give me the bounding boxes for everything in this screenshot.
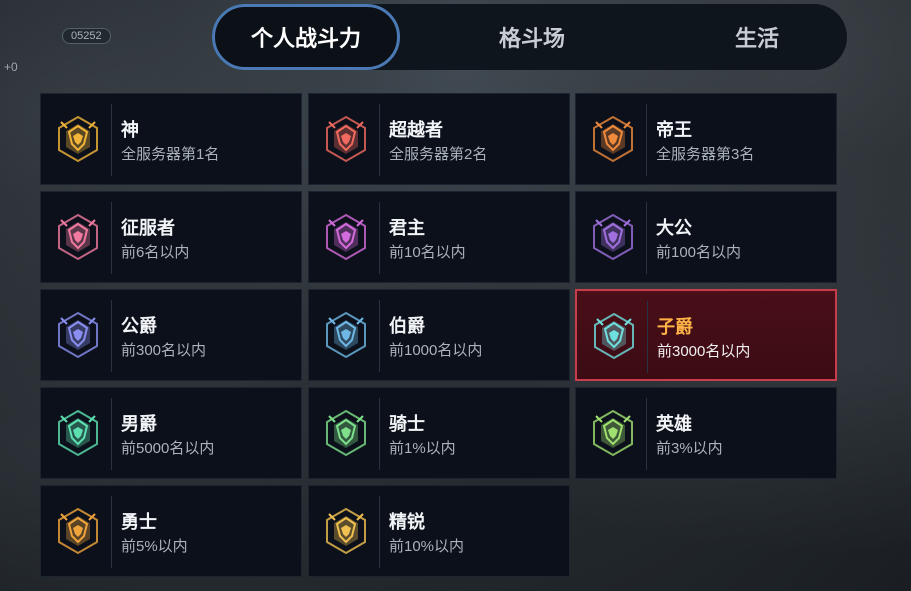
- rank-card[interactable]: 英雄前3%以内: [575, 387, 837, 479]
- rank-title: 大公: [656, 218, 692, 238]
- rank-title: 君主: [389, 218, 425, 238]
- rank-requirement: 前300名以内: [121, 342, 207, 359]
- elite-icon: [321, 506, 371, 556]
- rank-requirement: 前3%以内: [656, 440, 723, 457]
- rank-requirement: 前10名以内: [389, 244, 466, 261]
- duke-icon: [53, 310, 103, 360]
- card-divider: [646, 398, 647, 470]
- card-divider: [647, 301, 648, 373]
- rank-title: 公爵: [121, 316, 157, 336]
- rank-card[interactable]: 征服者前6名以内: [40, 191, 302, 283]
- tab-life[interactable]: 生活: [672, 4, 842, 70]
- rank-requirement: 前1000名以内: [389, 342, 483, 359]
- monarch-icon: [321, 212, 371, 262]
- emperor-icon: [588, 114, 638, 164]
- rank-card[interactable]: 男爵前5000名以内: [40, 387, 302, 479]
- rank-title: 超越者: [389, 120, 443, 140]
- baron-icon: [53, 408, 103, 458]
- tab-bar: 个人战斗力 格斗场 生活: [212, 4, 847, 70]
- rank-title: 男爵: [121, 414, 157, 434]
- rank-card[interactable]: 神全服务器第1名: [40, 93, 302, 185]
- archduke-icon: [588, 212, 638, 262]
- rank-title: 精锐: [389, 512, 425, 532]
- rank-title: 子爵: [657, 317, 693, 337]
- rank-card[interactable]: 骑士前1%以内: [308, 387, 570, 479]
- card-divider: [379, 496, 380, 568]
- rank-title: 征服者: [121, 218, 175, 238]
- card-divider: [111, 496, 112, 568]
- rank-requirement: 全服务器第1名: [121, 146, 220, 163]
- hud-plus: +0: [4, 60, 18, 74]
- rank-card[interactable]: 勇士前5%以内: [40, 485, 302, 577]
- rank-card[interactable]: 公爵前300名以内: [40, 289, 302, 381]
- rank-requirement: 前1%以内: [389, 440, 456, 457]
- hero-icon: [588, 408, 638, 458]
- card-divider: [111, 300, 112, 372]
- rank-card[interactable]: 精锐前10%以内: [308, 485, 570, 577]
- rank-card[interactable]: 大公前100名以内: [575, 191, 837, 283]
- transcendent-icon: [321, 114, 371, 164]
- viscount-icon: [589, 311, 639, 361]
- rank-title: 英雄: [656, 414, 692, 434]
- rank-card[interactable]: 子爵前3000名以内: [575, 289, 837, 381]
- rank-title: 帝王: [656, 120, 692, 140]
- card-divider: [646, 104, 647, 176]
- hud-overlay: 05252 +0: [4, 28, 111, 74]
- rank-title: 勇士: [121, 512, 157, 532]
- conqueror-icon: [53, 212, 103, 262]
- rank-title: 伯爵: [389, 316, 425, 336]
- rank-requirement: 全服务器第3名: [656, 146, 755, 163]
- hud-badge: 05252: [62, 28, 111, 44]
- rank-requirement: 全服务器第2名: [389, 146, 488, 163]
- rank-requirement: 前6名以内: [121, 244, 190, 261]
- rank-card[interactable]: 伯爵前1000名以内: [308, 289, 570, 381]
- rank-card[interactable]: 超越者全服务器第2名: [308, 93, 570, 185]
- card-divider: [111, 104, 112, 176]
- card-divider: [379, 202, 380, 274]
- rank-requirement: 前5%以内: [121, 538, 188, 555]
- rank-title: 神: [121, 120, 139, 140]
- crown-god-icon: [53, 114, 103, 164]
- card-divider: [379, 300, 380, 372]
- rank-card[interactable]: 帝王全服务器第3名: [575, 93, 837, 185]
- rank-requirement: 前100名以内: [656, 244, 742, 261]
- rank-requirement: 前10%以内: [389, 538, 465, 555]
- warrior-icon: [53, 506, 103, 556]
- count-icon: [321, 310, 371, 360]
- card-divider: [646, 202, 647, 274]
- rank-requirement: 前3000名以内: [657, 343, 751, 360]
- rank-requirement: 前5000名以内: [121, 440, 215, 457]
- card-divider: [111, 398, 112, 470]
- knight-icon: [321, 408, 371, 458]
- card-divider: [379, 104, 380, 176]
- tab-arena[interactable]: 格斗场: [442, 4, 622, 70]
- card-divider: [111, 202, 112, 274]
- rank-title: 骑士: [389, 414, 425, 434]
- card-divider: [379, 398, 380, 470]
- rank-card[interactable]: 君主前10名以内: [308, 191, 570, 283]
- tab-personal-power[interactable]: 个人战斗力: [212, 4, 400, 70]
